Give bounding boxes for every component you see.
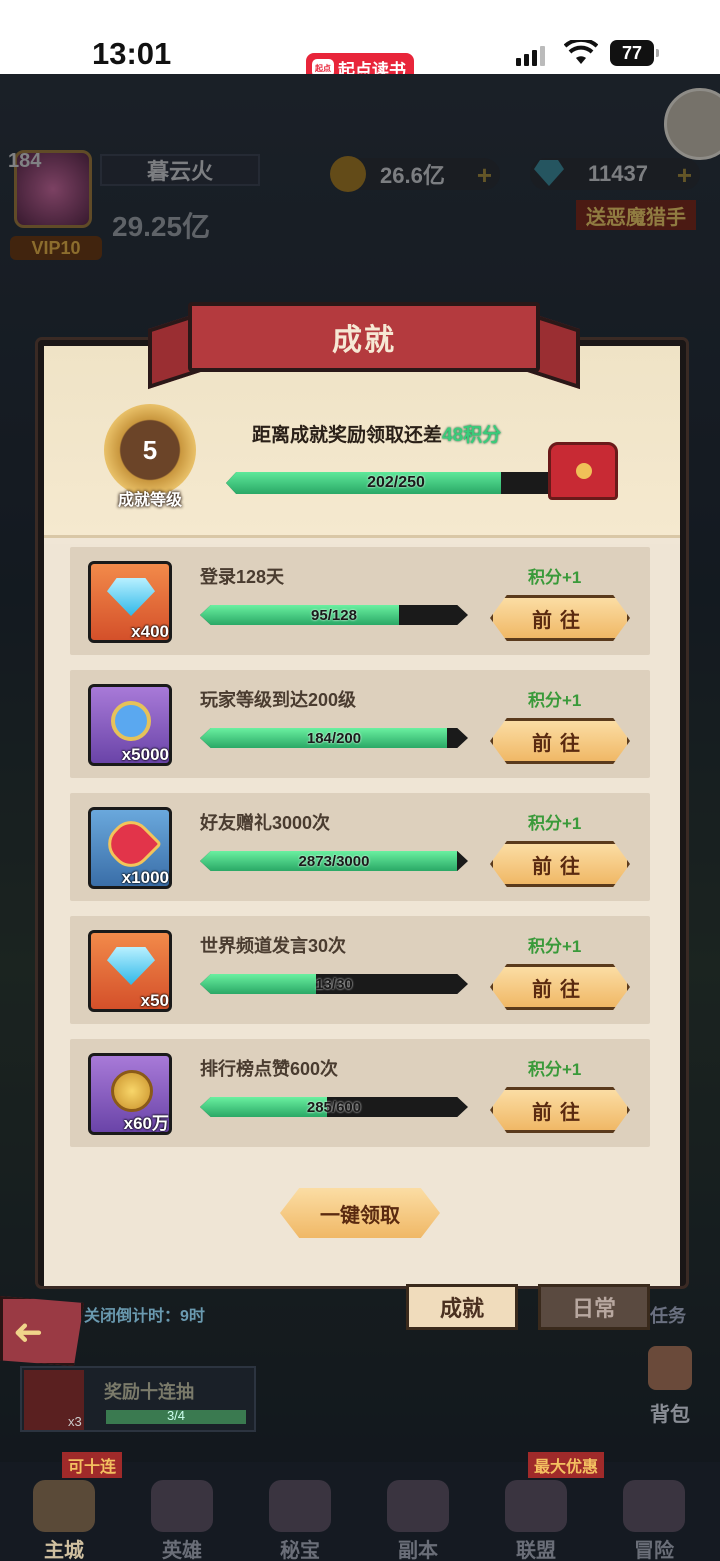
achievement-row: x60万 排行榜点赞600次 积分+1 285/600 前往 <box>70 1039 650 1147</box>
reward-qty: x3 <box>68 1414 82 1429</box>
go-button[interactable]: 前往 <box>490 718 630 764</box>
go-button[interactable]: 前往 <box>490 1087 630 1133</box>
nav-main-city[interactable]: 主城 <box>14 1480 114 1561</box>
progress-text: 2873/3000 <box>298 852 370 870</box>
nav-tag-best-deal: 最大优惠 <box>528 1452 605 1478</box>
reward-label: 奖励十连抽 <box>104 1382 194 1402</box>
diamond-icon <box>107 947 155 985</box>
exp-reward-icon[interactable]: x5000 <box>88 684 172 766</box>
tab-achievement[interactable]: 成就 <box>406 1284 518 1330</box>
tab-daily[interactable]: 日常 <box>538 1284 650 1330</box>
progress-text: 13/30 <box>315 975 353 993</box>
battery-icon: 77 <box>610 40 659 66</box>
progress-text: 95/128 <box>311 606 357 624</box>
reward-progress-bar: 3/4 <box>106 1408 246 1424</box>
dialog-title: 成就 <box>188 302 540 372</box>
ten-draw-reward[interactable]: 奖励十连抽 x3 3/4 <box>20 1366 256 1432</box>
achievement-row-progress: 184/200 <box>200 728 468 748</box>
diamond-icon <box>107 578 155 616</box>
nav-dungeon[interactable]: 副本 <box>368 1480 468 1561</box>
treasure-icon <box>269 1480 331 1532</box>
adventure-icon <box>623 1480 685 1532</box>
skull-coin-icon <box>111 1070 153 1112</box>
reward-qty: x50 <box>140 991 169 1010</box>
reward-progress-text: 3/4 <box>166 1408 186 1423</box>
achievement-level-badge: 5 <box>104 404 196 496</box>
achievement-row: x50 世界频道发言30次 积分+1 13/30 前往 <box>70 916 650 1024</box>
nav-label: 主城 <box>44 1540 84 1561</box>
treasure-chest-icon[interactable] <box>548 442 618 500</box>
achievement-row-progress: 13/30 <box>200 974 468 994</box>
dialog-list-area <box>44 544 680 1286</box>
achievement-points: 积分+1 <box>528 568 582 587</box>
nav-alliance[interactable]: 联盟 <box>486 1480 586 1561</box>
hero-icon <box>151 1480 213 1532</box>
achievement-row-progress: 285/600 <box>200 1097 468 1117</box>
reward-tip: 距离成就奖励领取还差48积分 <box>252 420 501 447</box>
heart-reward-icon[interactable]: x1000 <box>88 807 172 889</box>
achievement-row: x5000 玩家等级到达200级 积分+1 184/200 前往 <box>70 670 650 778</box>
diamond-reward-icon[interactable]: x50 <box>88 930 172 1012</box>
diamond-reward-icon[interactable]: x400 <box>88 561 172 643</box>
heart-icon <box>99 812 163 876</box>
bag-icon <box>648 1346 692 1390</box>
progress-text: 184/200 <box>306 729 362 747</box>
progress-text: 285/600 <box>306 1098 362 1116</box>
castle-icon <box>33 1480 95 1532</box>
nav-label: 冒险 <box>634 1540 674 1561</box>
achievement-points: 积分+1 <box>528 814 582 833</box>
dungeon-icon <box>387 1480 449 1532</box>
bag-label: 背包 <box>650 1404 690 1426</box>
achievement-row: x1000 好友赠礼3000次 积分+1 2873/3000 前往 <box>70 793 650 901</box>
achievement-points: 积分+1 <box>528 691 582 710</box>
achievement-title: 好友赠礼3000次 <box>200 813 331 833</box>
nav-label: 副本 <box>398 1540 438 1561</box>
reward-tip-points: 48积分 <box>442 425 502 446</box>
back-arrow-icon[interactable] <box>0 1296 84 1366</box>
claim-all-button[interactable]: 一键领取 <box>280 1188 440 1238</box>
task-label[interactable]: 任务 <box>650 1302 686 1328</box>
nav-label: 秘宝 <box>280 1540 320 1561</box>
achievement-row-progress: 2873/3000 <box>200 851 468 871</box>
achievement-points: 积分+1 <box>528 1060 582 1079</box>
screen: { "status_bar": { "time": "13:01", "app_… <box>0 0 720 1561</box>
achievement-row: x400 登录128天 积分+1 95/128 前往 <box>70 547 650 655</box>
achievement-title: 玩家等级到达200级 <box>200 690 357 710</box>
bag-button[interactable]: 背包 <box>640 1346 700 1426</box>
achievement-points: 积分+1 <box>528 937 582 956</box>
reward-qty: x60万 <box>123 1114 169 1133</box>
wifi-icon <box>564 40 598 64</box>
coin-reward-icon[interactable]: x60万 <box>88 1053 172 1135</box>
nav-label: 联盟 <box>516 1540 556 1561</box>
signal-icon <box>516 44 545 66</box>
achievement-level-label: 成就等级 <box>117 492 182 509</box>
alliance-icon <box>505 1480 567 1532</box>
achievement-progress-bar: 202/250 <box>226 472 566 494</box>
status-bar: 13:01 起点 起点读书 77 <box>0 0 720 83</box>
nav-adventure[interactable]: 冒险 <box>604 1480 704 1561</box>
achievement-title: 世界频道发言30次 <box>200 936 347 956</box>
nav-tag-ten-draw: 可十连 <box>62 1452 123 1478</box>
nav-label: 英雄 <box>162 1540 202 1561</box>
go-button[interactable]: 前往 <box>490 595 630 641</box>
nav-treasure[interactable]: 秘宝 <box>250 1480 350 1561</box>
achievement-row-progress: 95/128 <box>200 605 468 625</box>
reward-qty: x1000 <box>121 868 169 887</box>
exp-icon <box>111 701 151 741</box>
achievement-progress-text: 202/250 <box>367 474 425 491</box>
achievement-title: 排行榜点赞600次 <box>200 1059 339 1079</box>
nav-heroes[interactable]: 英雄 <box>132 1480 232 1561</box>
status-time: 13:01 <box>92 36 172 71</box>
countdown-text: 关闭倒计时：9时 <box>84 1308 205 1325</box>
go-button[interactable]: 前往 <box>490 964 630 1010</box>
go-button[interactable]: 前往 <box>490 841 630 887</box>
reward-tip-text: 距离成就奖励领取还差 <box>252 425 443 446</box>
reward-qty: x5000 <box>121 745 169 764</box>
reward-qty: x400 <box>131 622 169 641</box>
achievement-title: 登录128天 <box>200 567 285 587</box>
